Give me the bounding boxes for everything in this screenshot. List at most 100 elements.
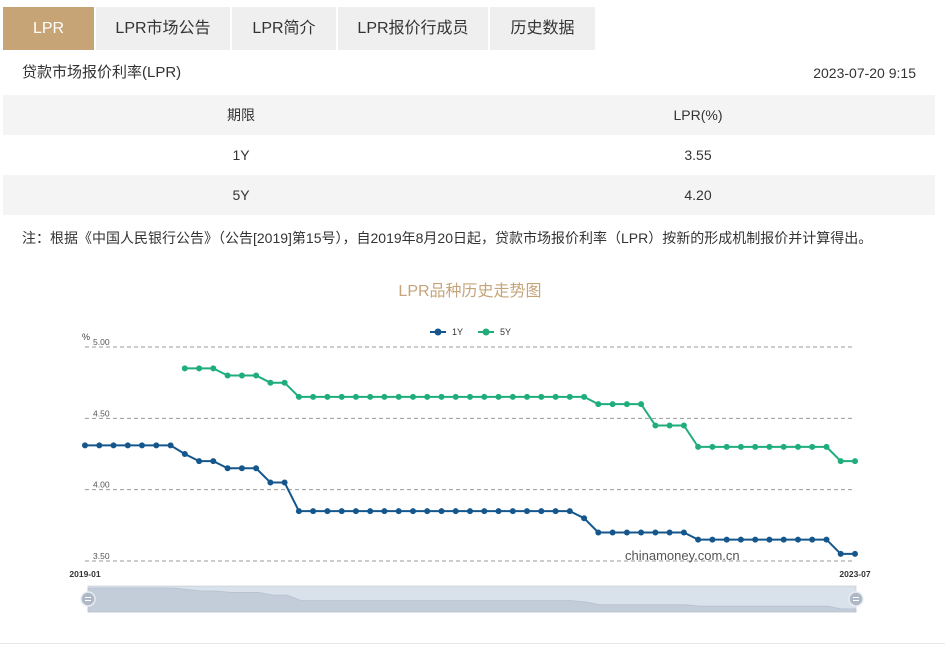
data-point <box>852 550 858 557</box>
data-point <box>253 465 260 472</box>
data-point <box>581 393 588 400</box>
update-timestamp: 2023-07-20 9:15 <box>813 65 916 81</box>
data-point <box>709 536 716 543</box>
data-zoom-slider[interactable] <box>80 585 864 613</box>
data-point <box>424 393 431 400</box>
lpr-page: LPR LPR市场公告 LPR简介 LPR报价行成员 历史数据 贷款市场报价利率… <box>0 0 945 646</box>
data-point <box>837 458 844 465</box>
legend-item-1y[interactable]: 1Y <box>430 327 463 337</box>
data-point <box>623 529 630 536</box>
legend-label: 1Y <box>452 327 463 337</box>
data-point <box>737 443 744 450</box>
table-row: 5Y 4.20 <box>3 175 935 215</box>
tab-lpr[interactable]: LPR <box>3 7 94 50</box>
data-point <box>680 529 687 536</box>
footnote: 注：根据《中国人民银行公告》（公告[2019]第15号），自2019年8月20日… <box>22 230 873 246</box>
cell-rate: 3.55 <box>684 147 712 163</box>
table-row: 1Y 3.55 <box>3 135 935 175</box>
y-tick-label: 4.50 <box>93 408 110 418</box>
tab-lpr-quoting-banks[interactable]: LPR报价行成员 <box>338 7 488 50</box>
data-point <box>780 443 787 450</box>
legend-swatch-dot <box>482 328 490 336</box>
data-point <box>367 508 374 515</box>
data-point <box>481 393 488 400</box>
tab-lpr-introduction[interactable]: LPR简介 <box>232 7 336 50</box>
series-1y <box>82 442 858 557</box>
data-point <box>367 393 374 400</box>
data-point <box>338 393 345 400</box>
data-point <box>566 508 573 515</box>
data-point <box>238 372 245 379</box>
cell-term: 5Y <box>232 187 250 203</box>
data-point <box>267 379 274 386</box>
y-tick-label: 5.00 <box>93 337 110 347</box>
data-point <box>609 529 616 536</box>
data-point <box>310 393 317 400</box>
data-point <box>780 536 787 543</box>
data-point <box>395 393 402 400</box>
data-point <box>196 365 203 372</box>
y-tick-label: 4.00 <box>93 480 110 490</box>
data-point <box>581 515 588 522</box>
data-point <box>766 536 773 543</box>
lpr-history-chart: 5.00 4.50 4.00 3.50% 2019-01 2023-07 chinamone… <box>69 327 871 613</box>
data-point <box>452 393 459 400</box>
data-point <box>552 508 559 515</box>
data-point <box>181 451 188 457</box>
table-header-row: 期限 LPR(%) <box>3 95 935 135</box>
data-point <box>823 443 830 450</box>
data-point <box>509 393 516 400</box>
data-point <box>224 372 231 379</box>
data-point <box>638 529 645 536</box>
data-point <box>695 443 702 450</box>
drag-handle-icon[interactable] <box>848 591 864 607</box>
column-header-term: 期限 <box>227 107 255 123</box>
x-tick-label: 2019-01 <box>69 569 100 579</box>
watermark: chinamoney.com.cn <box>625 548 740 563</box>
data-point <box>395 508 402 515</box>
data-point <box>595 529 602 536</box>
data-point <box>295 393 302 400</box>
legend-swatch-dot <box>434 328 442 336</box>
data-point <box>410 508 416 515</box>
data-point <box>595 401 602 408</box>
drag-handle-icon[interactable] <box>80 591 96 607</box>
data-point <box>823 536 830 543</box>
data-point <box>196 458 203 465</box>
data-point <box>723 443 730 450</box>
data-point <box>837 550 844 557</box>
data-point <box>424 508 431 515</box>
chart-title: LPR品种历史走势图 <box>398 283 542 300</box>
data-point <box>609 401 616 408</box>
zoom-selected-range[interactable] <box>88 586 856 612</box>
bottom-divider <box>0 643 945 644</box>
data-point <box>524 508 530 515</box>
data-point <box>538 393 545 400</box>
data-point <box>709 443 716 450</box>
data-point <box>281 379 288 386</box>
y-axis-unit: % <box>82 332 90 342</box>
page-title: 贷款市场报价利率(LPR) <box>22 64 182 81</box>
data-point <box>338 508 345 515</box>
data-point <box>737 536 744 543</box>
tab-history-data[interactable]: 历史数据 <box>490 7 595 50</box>
data-point <box>752 443 759 450</box>
zoom-handle-start[interactable] <box>80 591 96 607</box>
data-point <box>139 442 145 449</box>
data-point <box>96 442 103 449</box>
data-point <box>652 529 659 536</box>
data-point <box>638 401 645 408</box>
data-point <box>652 422 659 429</box>
data-point <box>153 442 160 449</box>
data-point <box>381 508 388 515</box>
legend-item-5y[interactable]: 5Y <box>478 327 511 337</box>
data-point <box>752 536 759 543</box>
data-point <box>524 393 530 400</box>
data-point <box>324 508 331 515</box>
data-point <box>666 529 673 536</box>
zoom-handle-end[interactable] <box>848 591 864 607</box>
data-point <box>238 465 245 472</box>
cell-rate: 4.20 <box>684 187 712 203</box>
data-point <box>467 508 473 515</box>
tab-lpr-market-announcements[interactable]: LPR市场公告 <box>96 7 230 50</box>
